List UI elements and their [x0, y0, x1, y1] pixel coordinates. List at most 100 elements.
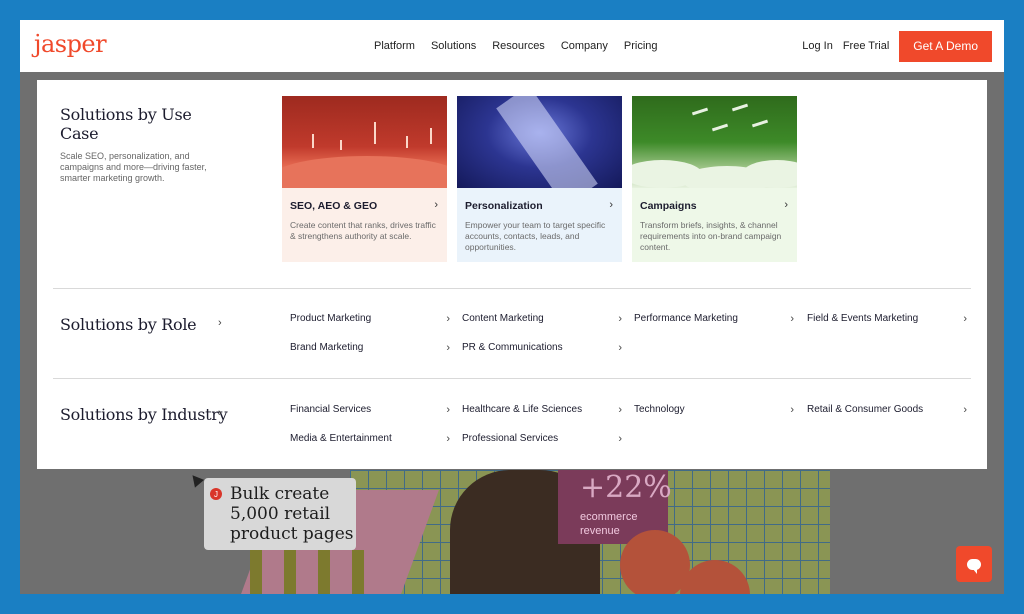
link-label: Content Marketing — [462, 313, 544, 324]
campaigns-card-body: Campaigns › Transform briefs, insights, … — [632, 188, 797, 262]
spark-shape — [430, 128, 432, 144]
chevron-right-icon: › — [618, 404, 622, 416]
spark-shape — [374, 122, 376, 144]
link-technology[interactable]: Technology › — [634, 404, 794, 416]
link-label: Brand Marketing — [290, 342, 364, 353]
jasper-badge-icon: J — [210, 488, 222, 500]
card-title: SEO, AEO & GEO — [290, 200, 378, 212]
hero-stat-value: +22% — [580, 470, 672, 505]
light-beam-shape — [496, 96, 598, 188]
link-product-marketing[interactable]: Product Marketing › — [290, 313, 450, 325]
nav-company[interactable]: Company — [561, 40, 608, 52]
spark-shape — [340, 140, 342, 150]
get-demo-button[interactable]: Get A Demo — [899, 30, 992, 62]
section-divider — [53, 288, 971, 289]
section-divider — [53, 378, 971, 379]
nav-resources[interactable]: Resources — [492, 40, 545, 52]
link-label: Technology — [634, 404, 685, 415]
nav-platform[interactable]: Platform — [374, 40, 415, 52]
jet-shape — [691, 107, 709, 116]
nav-solutions[interactable]: Solutions — [431, 40, 476, 52]
jet-shape — [731, 103, 749, 112]
link-label: PR & Communications — [462, 342, 563, 353]
link-label: Performance Marketing — [634, 313, 738, 324]
login-link[interactable]: Log In — [802, 40, 833, 52]
link-field-events-marketing[interactable]: Field & Events Marketing › — [807, 313, 967, 325]
hero-callout-card: J Bulk create 5,000 retail product pages — [204, 478, 356, 550]
use-case-description: Scale SEO, personalization, and campaign… — [60, 151, 207, 183]
browser-frame: +22% ecommerce revenue J Bulk create 5,0… — [20, 20, 1004, 594]
link-label: Healthcare & Life Sciences — [462, 404, 583, 415]
card-title: Personalization — [465, 200, 543, 212]
jasper-logo[interactable]: jasper — [34, 30, 107, 58]
chevron-right-icon: › — [434, 199, 438, 211]
link-retail-consumer-goods[interactable]: Retail & Consumer Goods › — [807, 404, 967, 416]
link-pr-communications[interactable]: PR & Communications › — [462, 342, 622, 354]
jet-shape — [751, 119, 769, 128]
spark-shape — [406, 136, 408, 148]
chevron-right-icon: › — [446, 342, 450, 354]
chevron-right-icon: › — [446, 313, 450, 325]
campaigns-card-image — [632, 96, 797, 188]
chevron-right-icon: › — [218, 317, 222, 329]
card-seo[interactable]: SEO, AEO & GEO › Create content that ran… — [282, 96, 447, 262]
chevron-right-icon: › — [609, 199, 613, 211]
link-financial-services[interactable]: Financial Services › — [290, 404, 450, 416]
seo-card-image — [282, 96, 447, 188]
link-label: Retail & Consumer Goods — [807, 404, 924, 415]
chevron-right-icon: › — [218, 407, 222, 419]
dune-shape — [282, 156, 447, 188]
link-label: Professional Services — [462, 433, 559, 444]
card-campaigns[interactable]: Campaigns › Transform briefs, insights, … — [632, 96, 797, 262]
top-navigation: jasper Platform Solutions Resources Comp… — [20, 20, 1004, 72]
link-brand-marketing[interactable]: Brand Marketing › — [290, 342, 450, 354]
hero-background: +22% ecommerce revenue J Bulk create 5,0… — [20, 470, 1004, 594]
card-description: Transform briefs, insights, & channel re… — [640, 220, 782, 252]
link-performance-marketing[interactable]: Performance Marketing › — [634, 313, 794, 325]
link-healthcare-life-sciences[interactable]: Healthcare & Life Sciences › — [462, 404, 622, 416]
nav-actions: Log In Free Trial Get A Demo — [802, 30, 992, 62]
role-section-title[interactable]: Solutions by Role — [60, 315, 197, 334]
chevron-right-icon: › — [618, 313, 622, 325]
link-label: Field & Events Marketing — [807, 313, 919, 324]
use-case-title: Solutions by Use Case — [60, 105, 192, 143]
link-label: Product Marketing — [290, 313, 372, 324]
nav-pricing[interactable]: Pricing — [624, 40, 658, 52]
chevron-right-icon: › — [446, 404, 450, 416]
chevron-right-icon: › — [784, 199, 788, 211]
industry-section-title[interactable]: Solutions by Industry — [60, 405, 228, 424]
chevron-right-icon: › — [963, 404, 967, 416]
card-title: Campaigns — [640, 200, 697, 212]
chat-bubble-icon — [967, 558, 981, 574]
callout-line: product pages — [230, 524, 354, 544]
link-content-marketing[interactable]: Content Marketing › — [462, 313, 622, 325]
card-personalization[interactable]: Personalization › Empower your team to t… — [457, 96, 622, 262]
chevron-right-icon: › — [446, 433, 450, 445]
card-description: Empower your team to target specific acc… — [465, 220, 606, 252]
link-professional-services[interactable]: Professional Services › — [462, 433, 622, 445]
hero-circle-shape — [620, 530, 690, 594]
spark-shape — [312, 134, 314, 148]
callout-line: Bulk create — [230, 484, 330, 504]
link-label: Financial Services — [290, 404, 372, 415]
callout-line: 5,000 retail — [230, 504, 331, 524]
link-media-entertainment[interactable]: Media & Entertainment › — [290, 433, 450, 445]
chevron-right-icon: › — [963, 313, 967, 325]
nav-links: Platform Solutions Resources Company Pri… — [374, 20, 658, 72]
chevron-right-icon: › — [790, 313, 794, 325]
personalization-card-image — [457, 96, 622, 188]
personalization-card-body: Personalization › Empower your team to t… — [457, 188, 622, 262]
seo-card-body: SEO, AEO & GEO › Create content that ran… — [282, 188, 447, 262]
chevron-right-icon: › — [618, 342, 622, 354]
chevron-right-icon: › — [790, 404, 794, 416]
solutions-dropdown: Solutions by Use Case Scale SEO, persona… — [37, 80, 987, 469]
free-trial-link[interactable]: Free Trial — [843, 40, 889, 52]
use-case-header: Solutions by Use Case Scale SEO, persona… — [60, 105, 230, 184]
cursor-pointer-icon — [187, 471, 205, 488]
chat-button[interactable] — [956, 546, 992, 582]
hero-bar-graphic — [250, 550, 370, 594]
card-description: Create content that ranks, drives traffi… — [290, 220, 436, 241]
jet-shape — [711, 123, 729, 132]
link-label: Media & Entertainment — [290, 433, 392, 444]
stat-label-line: ecommerce — [580, 511, 638, 523]
